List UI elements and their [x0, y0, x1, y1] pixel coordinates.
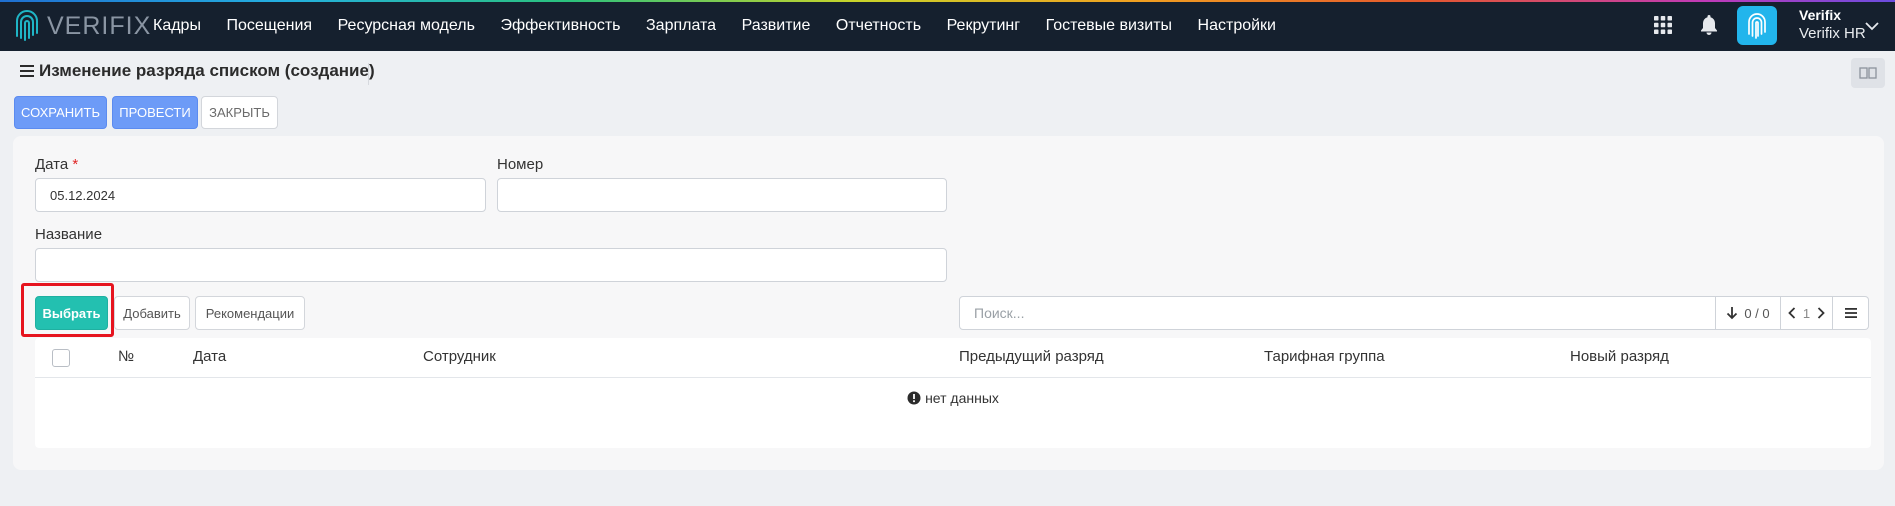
column-tariff-group[interactable]: Тарифная группа [1264, 348, 1385, 365]
split-view-icon [1859, 67, 1877, 79]
nav-item-reports[interactable]: Отчетность [836, 17, 921, 35]
column-previous-grade[interactable]: Предыдущий разряд [959, 348, 1104, 365]
column-new-grade[interactable]: Новый разряд [1570, 348, 1669, 365]
nav-item-settings[interactable]: Настройки [1198, 17, 1276, 35]
hamburger-menu-icon[interactable] [19, 64, 35, 78]
menu-lines-icon [1844, 308, 1857, 318]
main-nav: Кадры Посещения Ресурсная модель Эффекти… [153, 0, 1301, 51]
column-number[interactable]: № [118, 348, 134, 365]
exclamation-circle-icon [907, 391, 921, 405]
table-header: № Дата Сотрудник Предыдущий разряд Тариф… [35, 338, 1871, 378]
apps-grid-icon[interactable] [1652, 14, 1674, 36]
arrow-down-icon [1727, 307, 1738, 320]
number-input[interactable] [497, 178, 947, 212]
record-counter[interactable]: 0 / 0 [1716, 296, 1781, 330]
fingerprint-logo-icon [16, 10, 38, 41]
user-name[interactable]: Verifix [1799, 7, 1841, 23]
add-button[interactable]: Добавить [114, 296, 190, 330]
notifications-bell-icon[interactable] [1698, 14, 1720, 36]
nav-item-resource-model[interactable]: Ресурсная модель [338, 17, 475, 35]
chevron-right-icon[interactable] [1817, 307, 1825, 319]
page-title: Изменение разряда списком (создание) [39, 61, 375, 80]
name-label: Название [35, 226, 103, 243]
pagination: 1 [1781, 296, 1833, 330]
column-date[interactable]: Дата [193, 348, 226, 365]
save-button[interactable]: СОХРАНИТЬ [14, 96, 107, 129]
empty-state: нет данных [35, 390, 1871, 406]
title-divider [368, 63, 369, 85]
fingerprint-icon [1748, 12, 1766, 39]
nav-item-kadry[interactable]: Кадры [153, 17, 201, 35]
select-all-checkbox[interactable] [52, 349, 70, 367]
nav-item-guest-visits[interactable]: Гостевые визиты [1046, 17, 1172, 35]
avatar[interactable] [1737, 6, 1777, 45]
chevron-down-icon[interactable] [1865, 22, 1879, 31]
data-table: № Дата Сотрудник Предыдущий разряд Тариф… [35, 338, 1871, 448]
number-label: Номер [497, 156, 544, 173]
post-button[interactable]: ПРОВЕСТИ [112, 96, 198, 129]
nav-item-salary[interactable]: Зарплата [646, 17, 716, 35]
search-input[interactable]: Поиск... [959, 296, 1716, 330]
nav-item-efficiency[interactable]: Эффективность [500, 17, 620, 35]
chevron-left-icon[interactable] [1788, 307, 1796, 319]
close-button[interactable]: ЗАКРЫТЬ [201, 96, 278, 129]
nav-item-development[interactable]: Развитие [742, 17, 811, 35]
nav-item-attendance[interactable]: Посещения [226, 17, 312, 35]
layout-toggle-button[interactable] [1851, 58, 1885, 88]
top-navigation-bar: VERIFIX Кадры Посещения Ресурсная модель… [0, 0, 1895, 51]
recommendations-button[interactable]: Рекомендации [195, 296, 305, 330]
name-input[interactable] [35, 248, 947, 282]
list-settings-button[interactable] [1833, 296, 1869, 330]
page-number: 1 [1802, 305, 1811, 321]
required-mark: * [72, 156, 79, 173]
logo-text: VERIFIX [47, 11, 152, 40]
page-header: Изменение разряда списком (создание) [19, 61, 375, 81]
user-company[interactable]: Verifix HR [1799, 25, 1866, 42]
logo[interactable]: VERIFIX [13, 8, 151, 44]
column-employee[interactable]: Сотрудник [423, 348, 496, 365]
nav-item-recruiting[interactable]: Рекрутинг [947, 17, 1021, 35]
record-count: 0 / 0 [1744, 305, 1770, 321]
highlight-box [21, 283, 114, 337]
empty-text: нет данных [925, 390, 999, 406]
search-group: Поиск... 0 / 0 1 [959, 296, 1869, 330]
date-label: Дата * [35, 156, 79, 173]
date-input[interactable]: 05.12.2024 [35, 178, 486, 212]
